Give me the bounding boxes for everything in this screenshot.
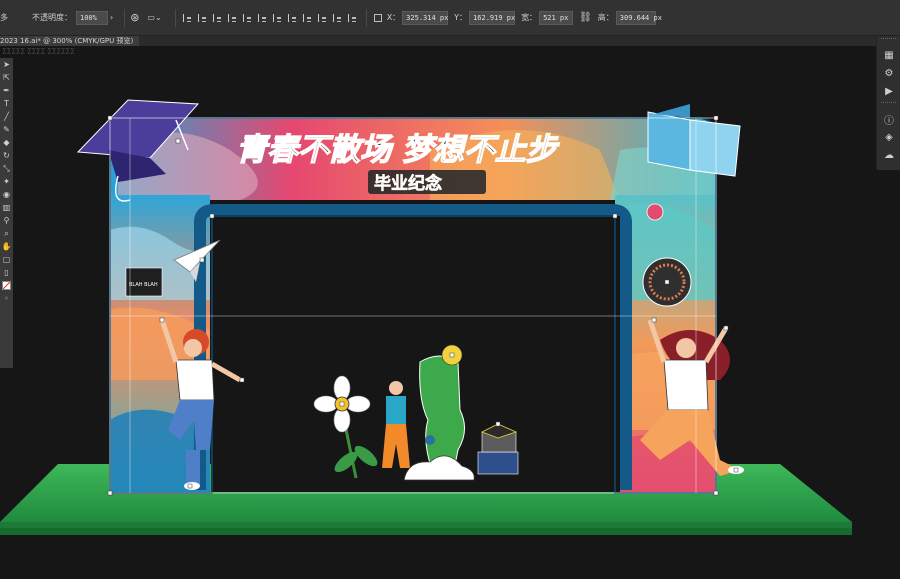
graph-icon[interactable]: ▥ (0, 201, 13, 214)
arch-title-text: 青春不散场 梦想不止步 (236, 132, 560, 168)
artwork-caption: ΣΣΣΣΣ ΣΣΣΣ ΣΣΣΣΣΣ (2, 47, 75, 56)
eraser-icon[interactable]: ◆ (0, 136, 13, 149)
distribute-middle-icon[interactable] (286, 12, 298, 24)
eyedropper-icon[interactable]: ⚲ (0, 214, 13, 227)
y-control: Y： 162.919 px (454, 10, 515, 25)
hand-icon[interactable]: ✋ (0, 240, 13, 253)
align-left-icon[interactable] (181, 12, 193, 24)
separator (174, 8, 176, 27)
x-label: X： (386, 13, 401, 22)
y-field[interactable]: 162.919 px (469, 10, 515, 25)
layers-icon[interactable]: ◈ (877, 128, 900, 146)
document-tab-bar: 2023 16.ai* @ 300% (CMYK/GPU 预览) (0, 36, 876, 46)
separator (124, 8, 126, 27)
width-label: 宽： (521, 13, 538, 22)
info-icon[interactable]: ⓘ (877, 110, 900, 128)
warp-icon[interactable]: ✦ (0, 175, 13, 188)
artboard-canvas[interactable]: 青春不散场 梦想不止步 毕业纪念 BLAH BLAH (0, 58, 876, 579)
dock-grip[interactable] (881, 102, 896, 108)
y-label: Y： (454, 13, 468, 22)
align-right-icon[interactable] (211, 12, 223, 24)
arch-subtitle-text: 毕业纪念 (374, 173, 442, 194)
align-center-icon[interactable] (196, 12, 208, 24)
document-tab[interactable]: 2023 16.ai* @ 300% (CMYK/GPU 预览) (0, 36, 140, 46)
x-control: X： 325.314 px (386, 10, 448, 25)
artboard-icon[interactable]: ▢ (0, 253, 13, 266)
x-field[interactable]: 325.314 px (402, 10, 448, 25)
opacity-field[interactable]: 100% (76, 10, 108, 25)
libraries-icon[interactable]: ▦ (877, 46, 900, 64)
control-bar: 多 不透明度： 100% › ⊛ ▭⌄ X： 325.314 px Y： 162… (0, 0, 900, 36)
draw-mode-icon[interactable]: ◦ (0, 292, 13, 305)
pen-icon[interactable]: ✒ (0, 84, 13, 97)
book-stack[interactable] (477, 423, 519, 475)
constrain-proportions-icon[interactable]: ⛓ (579, 12, 592, 23)
artboard-icon[interactable]: ▯ (0, 266, 13, 279)
artwork-svg[interactable]: 青春不散场 梦想不止步 毕业纪念 BLAH BLAH (0, 58, 876, 579)
type-icon[interactable]: T (0, 97, 13, 110)
align-top-icon[interactable] (226, 12, 238, 24)
left-sign[interactable]: BLAH BLAH (125, 267, 163, 297)
height-label: 高： (597, 13, 614, 22)
creative-cloud-icon[interactable]: ☁ (877, 146, 900, 164)
distribute-top-icon[interactable] (271, 12, 283, 24)
rotate-icon[interactable]: ↻ (0, 149, 13, 162)
document-tab-title: 2023 16.ai* @ 300% (CMYK/GPU 预览) (0, 37, 134, 45)
height-control: 高： 309.644 px (597, 10, 662, 25)
dock-grip[interactable] (881, 38, 896, 44)
opacity-control: 不透明度： 100% › (32, 10, 113, 25)
fill-stroke-swatch-icon[interactable] (2, 281, 11, 290)
panel-dock: ▦ ⚙ ▶ ⓘ ◈ ☁ (876, 36, 900, 170)
reference-point-icon[interactable] (372, 12, 384, 24)
tools-panel: ➤ ⇱ ✒ T ╱ ✎ ◆ ↻ ⤡ ✦ ◉ ▥ ⚲ ⌕ ✋ ▢ ▯ ◦ (0, 58, 13, 368)
distribute-left-icon[interactable] (316, 12, 328, 24)
selection-icon[interactable]: ➤ (0, 58, 13, 71)
recolor-icon[interactable]: ⊛ (130, 11, 139, 24)
separator (365, 8, 367, 27)
cut-label: 多 (0, 13, 8, 22)
distribute-bottom-icon[interactable] (301, 12, 313, 24)
width-field[interactable]: 521 px (539, 10, 574, 25)
align-bottom-icon[interactable] (256, 12, 268, 24)
distribute-right-icon[interactable] (346, 12, 358, 24)
opacity-dropdown-icon[interactable]: › (110, 13, 113, 22)
shape-builder-icon[interactable]: ◉ (0, 188, 13, 201)
line-icon[interactable]: ╱ (0, 110, 13, 123)
opacity-label: 不透明度： (32, 13, 72, 22)
height-field[interactable]: 309.644 px (615, 10, 662, 25)
illustrator-window: 多 不透明度： 100% › ⊛ ▭⌄ X： 325.314 px Y： 162… (0, 0, 900, 579)
align-to-icon[interactable]: ▭⌄ (147, 13, 161, 22)
align-middle-icon[interactable] (241, 12, 253, 24)
zoom-icon[interactable]: ⌕ (0, 227, 13, 240)
direct-selection-icon[interactable]: ⇱ (0, 71, 13, 84)
actions-icon[interactable]: ▶ (877, 82, 900, 100)
left-sign-text: BLAH BLAH (129, 282, 158, 288)
brush-icon[interactable]: ✎ (0, 123, 13, 136)
distribute-center-icon[interactable] (331, 12, 343, 24)
width-control: 宽： 521 px (521, 10, 574, 25)
properties-icon[interactable]: ⚙ (877, 64, 900, 82)
scale-icon[interactable]: ⤡ (0, 162, 13, 175)
